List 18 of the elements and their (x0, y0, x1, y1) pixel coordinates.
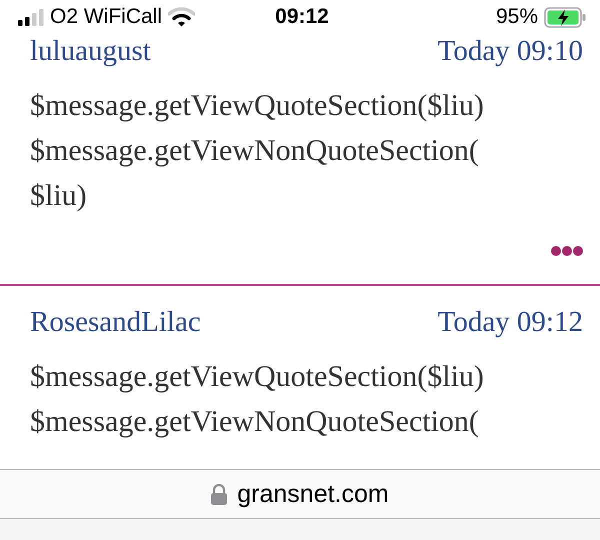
more-icon[interactable] (551, 246, 583, 256)
url-text[interactable]: gransnet.com (237, 480, 389, 508)
post-time: Today 09:12 (438, 306, 583, 339)
message-text: $message.getViewNonQuoteSection( (30, 133, 479, 169)
charging-battery-icon (544, 6, 586, 28)
author-link[interactable]: RosesandLilac (30, 306, 201, 339)
author-link[interactable]: luluaugust (30, 35, 151, 68)
address-bar[interactable]: gransnet.com (0, 469, 600, 519)
post-time: Today 09:10 (438, 35, 583, 68)
message-text: $message.getViewQuoteSection($liu) (30, 88, 484, 124)
message-text: $liu) (30, 178, 87, 214)
battery-percent: 95% (496, 5, 538, 29)
carrier-name: O2 WiFiCall (50, 5, 162, 29)
signal-icon (18, 8, 44, 26)
message-text: $message.getViewNonQuoteSection( (30, 404, 479, 440)
wifi-icon (168, 7, 196, 27)
message-text: $message.getViewQuoteSection($liu) (30, 359, 484, 395)
clock-time: 09:12 (275, 5, 329, 29)
